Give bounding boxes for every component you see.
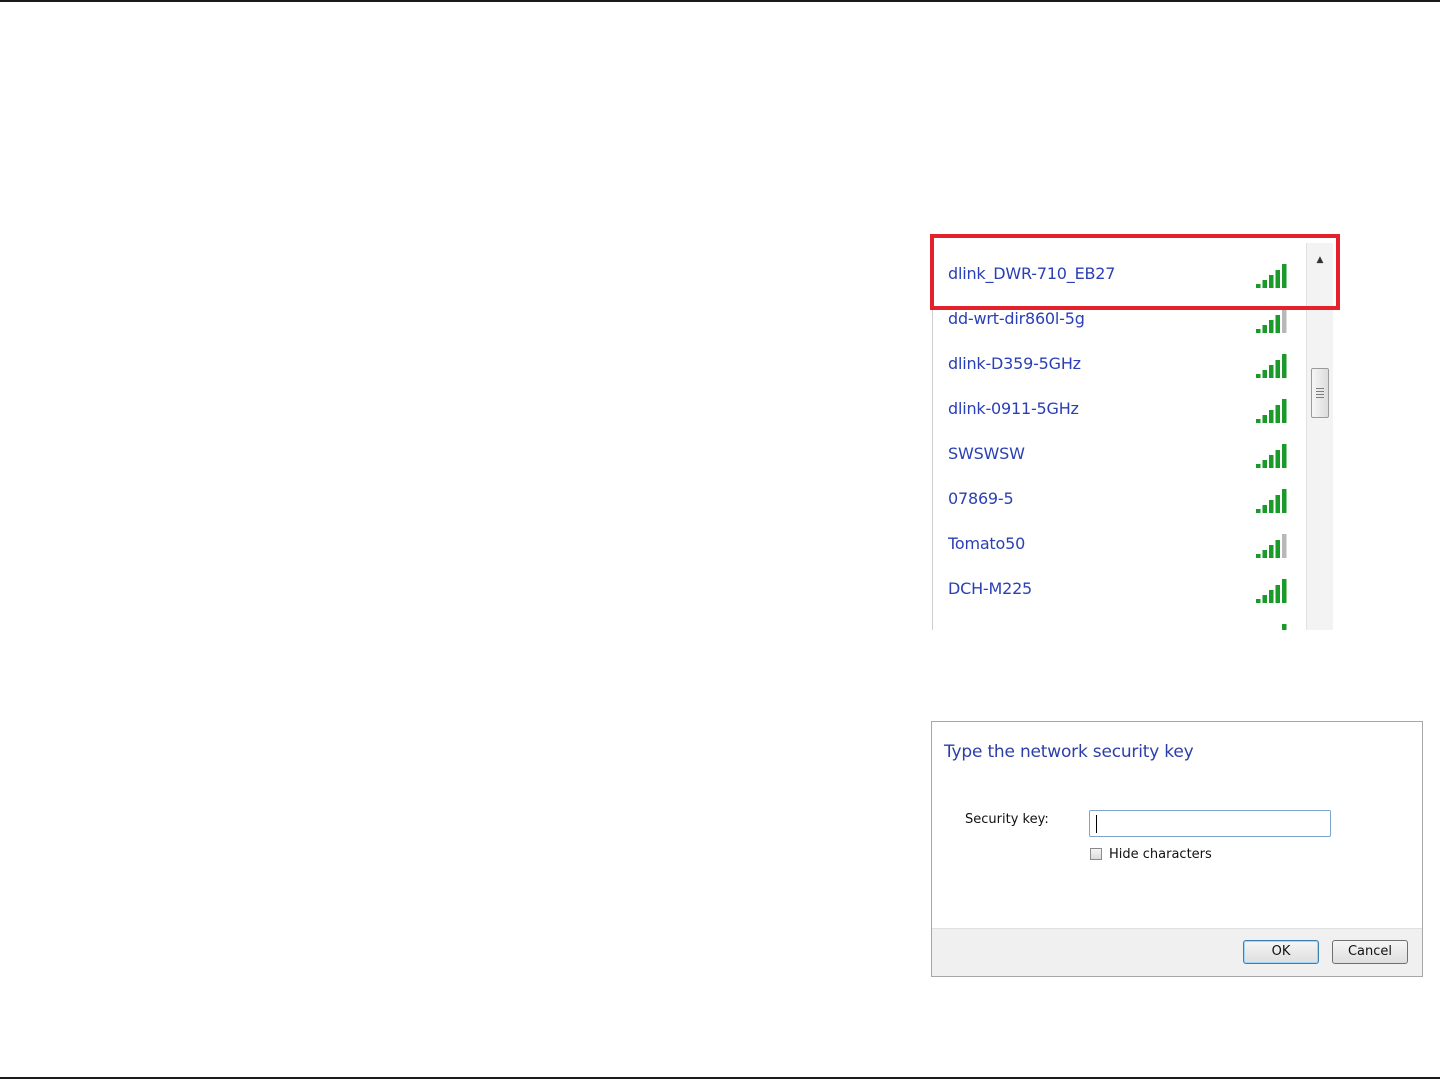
signal-bar [1275, 270, 1280, 288]
network-list-item[interactable]: 07869-5 [933, 476, 1303, 521]
network-name: Tomato50 [948, 534, 1026, 553]
text-caret [1096, 815, 1097, 833]
network-list-item[interactable]: dlink_DWR-710_EB27 [933, 251, 1303, 296]
signal-bar [1275, 495, 1280, 513]
wifi-signal-icon [1255, 352, 1289, 378]
network-name: DCH-M225 [948, 579, 1033, 598]
network-name: dlink-D359-5GHz [948, 354, 1081, 373]
signal-bar [1269, 365, 1274, 378]
network-name: dlink-0911-5GHz [948, 399, 1079, 418]
network-list-item[interactable]: DCH-M225 [933, 566, 1303, 611]
signal-bar [1282, 264, 1287, 288]
wifi-signal-icon [1255, 487, 1289, 513]
signal-bar [1269, 410, 1274, 423]
scroll-grip-line [1316, 388, 1324, 389]
signal-bar [1256, 419, 1261, 423]
wifi-signal-icon [1255, 262, 1289, 288]
wifi-signal-icon [1255, 532, 1289, 558]
dialog-title: Type the network security key [944, 742, 1194, 762]
wifi-signal-icon [1255, 622, 1289, 630]
scroll-grip-line [1316, 397, 1324, 398]
signal-bar [1256, 464, 1261, 468]
signal-bar [1269, 500, 1274, 513]
wifi-signal-icon [1255, 307, 1289, 333]
signal-bar [1282, 489, 1287, 513]
scroll-up-arrow-icon[interactable]: ▲ [1307, 249, 1333, 271]
wifi-signal-icon [1255, 577, 1289, 603]
wifi-signal-icon [1255, 442, 1289, 468]
signal-bar [1262, 595, 1267, 603]
signal-bar [1275, 450, 1280, 468]
security-key-dialog: Type the network security key Security k… [931, 721, 1423, 977]
network-list-item[interactable]: dlink-D359-5GHz [933, 341, 1303, 386]
signal-bar [1262, 325, 1267, 333]
signal-bar [1256, 374, 1261, 378]
signal-bar [1275, 315, 1280, 333]
network-name: dlink_DWR-710_EB27 [948, 264, 1116, 283]
signal-bar [1282, 534, 1287, 558]
wifi-signal-icon [1255, 397, 1289, 423]
security-key-label: Security key: [965, 812, 1049, 827]
signal-bar [1282, 399, 1287, 423]
scroll-thumb[interactable] [1311, 368, 1329, 418]
signal-bar [1262, 460, 1267, 468]
scroll-grip-line [1316, 391, 1324, 392]
signal-bar [1269, 320, 1274, 333]
hide-characters-label[interactable]: Hide characters [1109, 847, 1212, 862]
signal-bar [1282, 444, 1287, 468]
vertical-scrollbar[interactable]: ▲ [1306, 243, 1333, 630]
network-name: 07869-5 [948, 489, 1014, 508]
bottom-rule [0, 1077, 1440, 1079]
signal-bar [1275, 585, 1280, 603]
hide-characters-checkbox[interactable] [1090, 848, 1102, 860]
signal-bar [1256, 554, 1261, 558]
signal-bar [1256, 329, 1261, 333]
scroll-grip-line [1316, 394, 1324, 395]
network-list-item[interactable] [933, 611, 1303, 630]
signal-bar [1262, 505, 1267, 513]
signal-bar [1262, 415, 1267, 423]
security-key-input[interactable] [1089, 810, 1331, 837]
wireless-network-list: dlink_DWR-710_EB27 dd-wrt-dir860l-5g dlink… [932, 243, 1333, 630]
top-rule [0, 0, 1440, 2]
signal-bar [1262, 550, 1267, 558]
network-name: dd-wrt-dir860l-5g [948, 309, 1085, 328]
signal-bar [1275, 405, 1280, 423]
network-name: SWSWSW [948, 444, 1025, 463]
signal-bar [1256, 509, 1261, 513]
signal-bar [1275, 360, 1280, 378]
cancel-button[interactable]: Cancel [1332, 940, 1408, 964]
dialog-footer: OK Cancel [932, 928, 1422, 976]
signal-bar [1269, 545, 1274, 558]
signal-bar [1282, 579, 1287, 603]
signal-bar [1282, 309, 1287, 333]
signal-bar [1262, 280, 1267, 288]
network-list-item[interactable]: dd-wrt-dir860l-5g [933, 296, 1303, 341]
network-list-item[interactable]: Tomato50 [933, 521, 1303, 566]
signal-bar [1269, 275, 1274, 288]
signal-bar [1256, 599, 1261, 603]
signal-bar [1282, 624, 1287, 630]
signal-bar [1262, 370, 1267, 378]
signal-bar [1275, 540, 1280, 558]
network-list-item[interactable]: SWSWSW [933, 431, 1303, 476]
ok-button[interactable]: OK [1243, 940, 1319, 964]
signal-bar [1282, 354, 1287, 378]
signal-bar [1269, 455, 1274, 468]
signal-bar [1269, 590, 1274, 603]
network-list-item[interactable]: dlink-0911-5GHz [933, 386, 1303, 431]
signal-bar [1256, 284, 1261, 288]
